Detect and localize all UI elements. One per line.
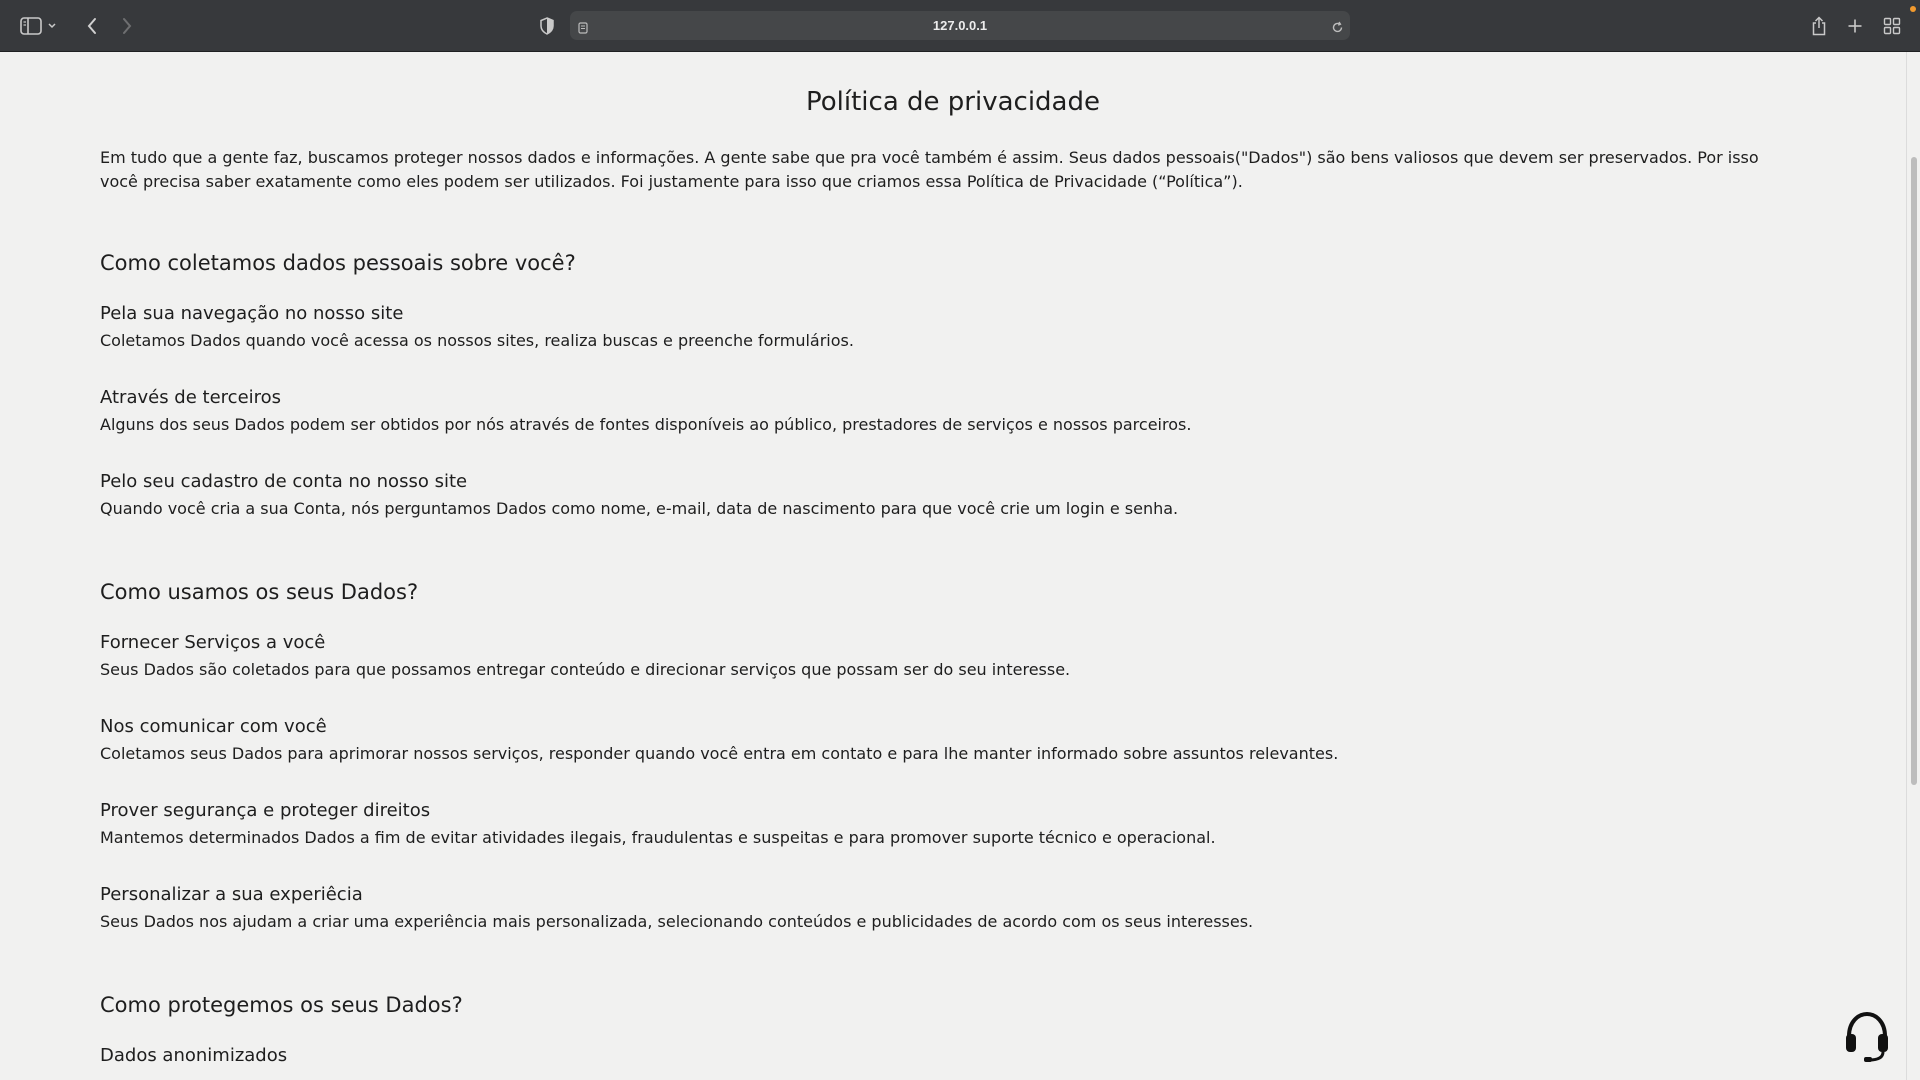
item-title: Fornecer Serviços a você xyxy=(100,632,326,653)
privacy-shield-icon[interactable] xyxy=(533,12,561,40)
address-bar[interactable]: 127.0.0.1 xyxy=(570,11,1350,40)
item-text: Coletamos Dados quando você acessa os no… xyxy=(100,331,854,350)
section-title-usage: Como usamos os seus Dados? xyxy=(100,580,419,604)
item-title: Personalizar a sua experiêcia xyxy=(100,884,363,905)
scrollbar-thumb[interactable] xyxy=(1911,157,1917,785)
sidebar-icon[interactable] xyxy=(17,12,45,40)
item-title: Através de terceiros xyxy=(100,387,282,408)
item-text: Coletamos seus Dados para aprimorar noss… xyxy=(100,744,1339,763)
item-title: Pelo seu cadastro de conta no nosso site xyxy=(100,471,468,492)
item-text: Quando você cria a sua Conta, nós pergun… xyxy=(100,499,1179,518)
reload-icon[interactable] xyxy=(1331,19,1344,38)
section-title-collect: Como coletamos dados pessoais sobre você… xyxy=(100,251,576,275)
browser-toolbar: 127.0.0.1 xyxy=(0,0,1920,52)
notification-dot xyxy=(1910,6,1916,12)
new-tab-icon[interactable] xyxy=(1841,12,1869,40)
page-viewport: Política de privacidade Em tudo que a ge… xyxy=(0,52,1906,1080)
item-text: Mantemos determinados Dados a fim de evi… xyxy=(100,828,1216,847)
forward-icon[interactable] xyxy=(113,12,141,40)
page-title: Política de privacidade xyxy=(806,87,1100,117)
item-title: Nos comunicar com você xyxy=(100,716,327,737)
item-title: Prover segurança e proteger direitos xyxy=(100,800,431,821)
tab-overview-icon[interactable] xyxy=(1878,12,1906,40)
item-title: Dados anonimizados xyxy=(100,1045,288,1066)
section-title-protection: Como protegemos os seus Dados? xyxy=(100,993,463,1017)
url-text[interactable]: 127.0.0.1 xyxy=(570,11,1350,40)
chevron-down-icon[interactable] xyxy=(45,12,59,40)
back-icon[interactable] xyxy=(78,12,106,40)
item-text: Seus Dados são coletados para que possam… xyxy=(100,660,1071,679)
item-text: Seus Dados nos ajudam a criar uma experi… xyxy=(100,912,1254,931)
vertical-scrollbar[interactable] xyxy=(1906,52,1920,1080)
item-title: Pela sua navegação no nosso site xyxy=(100,303,404,324)
share-icon[interactable] xyxy=(1805,12,1833,40)
headset-icon[interactable] xyxy=(1843,1008,1891,1064)
intro-paragraph: Em tudo que a gente faz, buscamos proteg… xyxy=(100,148,1759,191)
item-text: Alguns dos seus Dados podem ser obtidos … xyxy=(100,415,1192,434)
